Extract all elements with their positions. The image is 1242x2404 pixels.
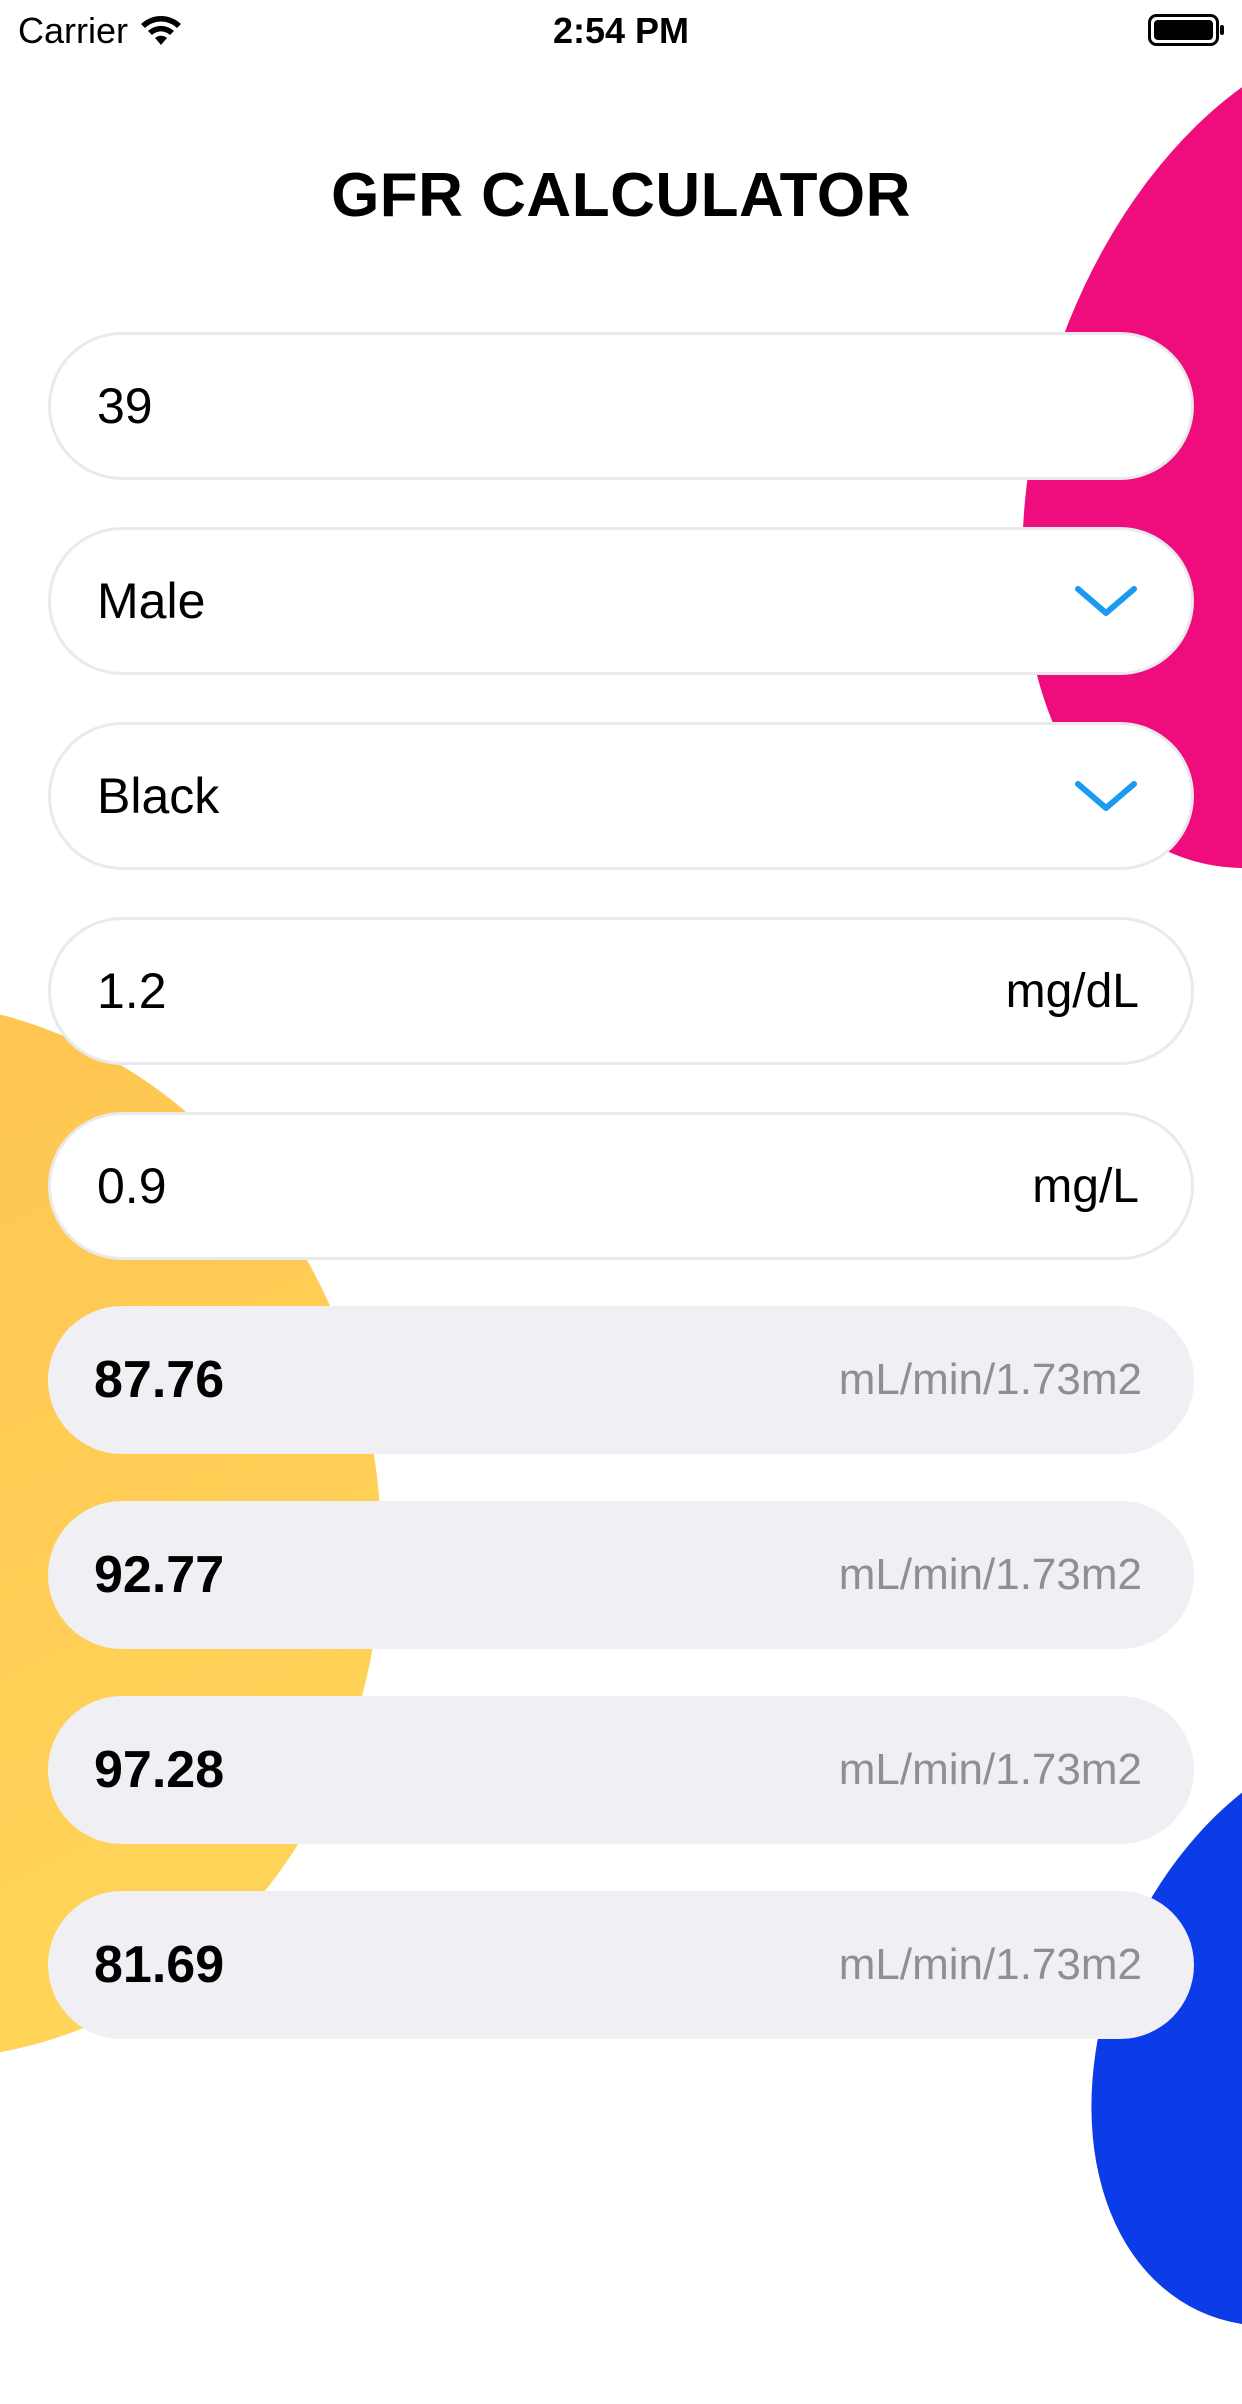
creatinine-unit: mg/dL bbox=[1005, 964, 1139, 1018]
result-unit: mL/min/1.73m2 bbox=[838, 1940, 1142, 1989]
result-row: 87.76 mL/min/1.73m2 bbox=[48, 1306, 1194, 1454]
race-value: Black bbox=[97, 768, 220, 824]
cystatin-unit: mg/L bbox=[1032, 1159, 1139, 1213]
creatinine-input[interactable]: 1.2 mg/dL bbox=[48, 917, 1194, 1065]
result-row: 97.28 mL/min/1.73m2 bbox=[48, 1696, 1194, 1844]
result-unit: mL/min/1.73m2 bbox=[838, 1745, 1142, 1794]
status-bar: Carrier 2:54 PM bbox=[0, 0, 1242, 62]
chevron-down-icon bbox=[1075, 781, 1137, 811]
result-row: 81.69 mL/min/1.73m2 bbox=[48, 1891, 1194, 2039]
chevron-down-icon bbox=[1075, 586, 1137, 616]
result-value: 92.77 bbox=[94, 1546, 225, 1604]
cystatin-value: 0.9 bbox=[97, 1158, 167, 1214]
creatinine-value: 1.2 bbox=[97, 963, 167, 1019]
cystatin-input[interactable]: 0.9 mg/L bbox=[48, 1112, 1194, 1260]
battery-icon bbox=[1148, 14, 1224, 46]
age-input[interactable]: 39 bbox=[48, 332, 1194, 480]
result-row: 92.77 mL/min/1.73m2 bbox=[48, 1501, 1194, 1649]
result-unit: mL/min/1.73m2 bbox=[838, 1550, 1142, 1599]
result-value: 81.69 bbox=[94, 1936, 225, 1994]
age-value: 39 bbox=[97, 378, 153, 434]
sex-value: Male bbox=[97, 573, 206, 629]
result-unit: mL/min/1.73m2 bbox=[838, 1355, 1142, 1404]
result-value: 97.28 bbox=[94, 1741, 225, 1799]
sex-select[interactable]: Male bbox=[48, 527, 1194, 675]
page-title: GFR CALCULATOR bbox=[331, 161, 911, 230]
status-time: 2:54 PM bbox=[552, 10, 690, 51]
result-value: 87.76 bbox=[94, 1351, 225, 1409]
race-select[interactable]: Black bbox=[48, 722, 1194, 870]
